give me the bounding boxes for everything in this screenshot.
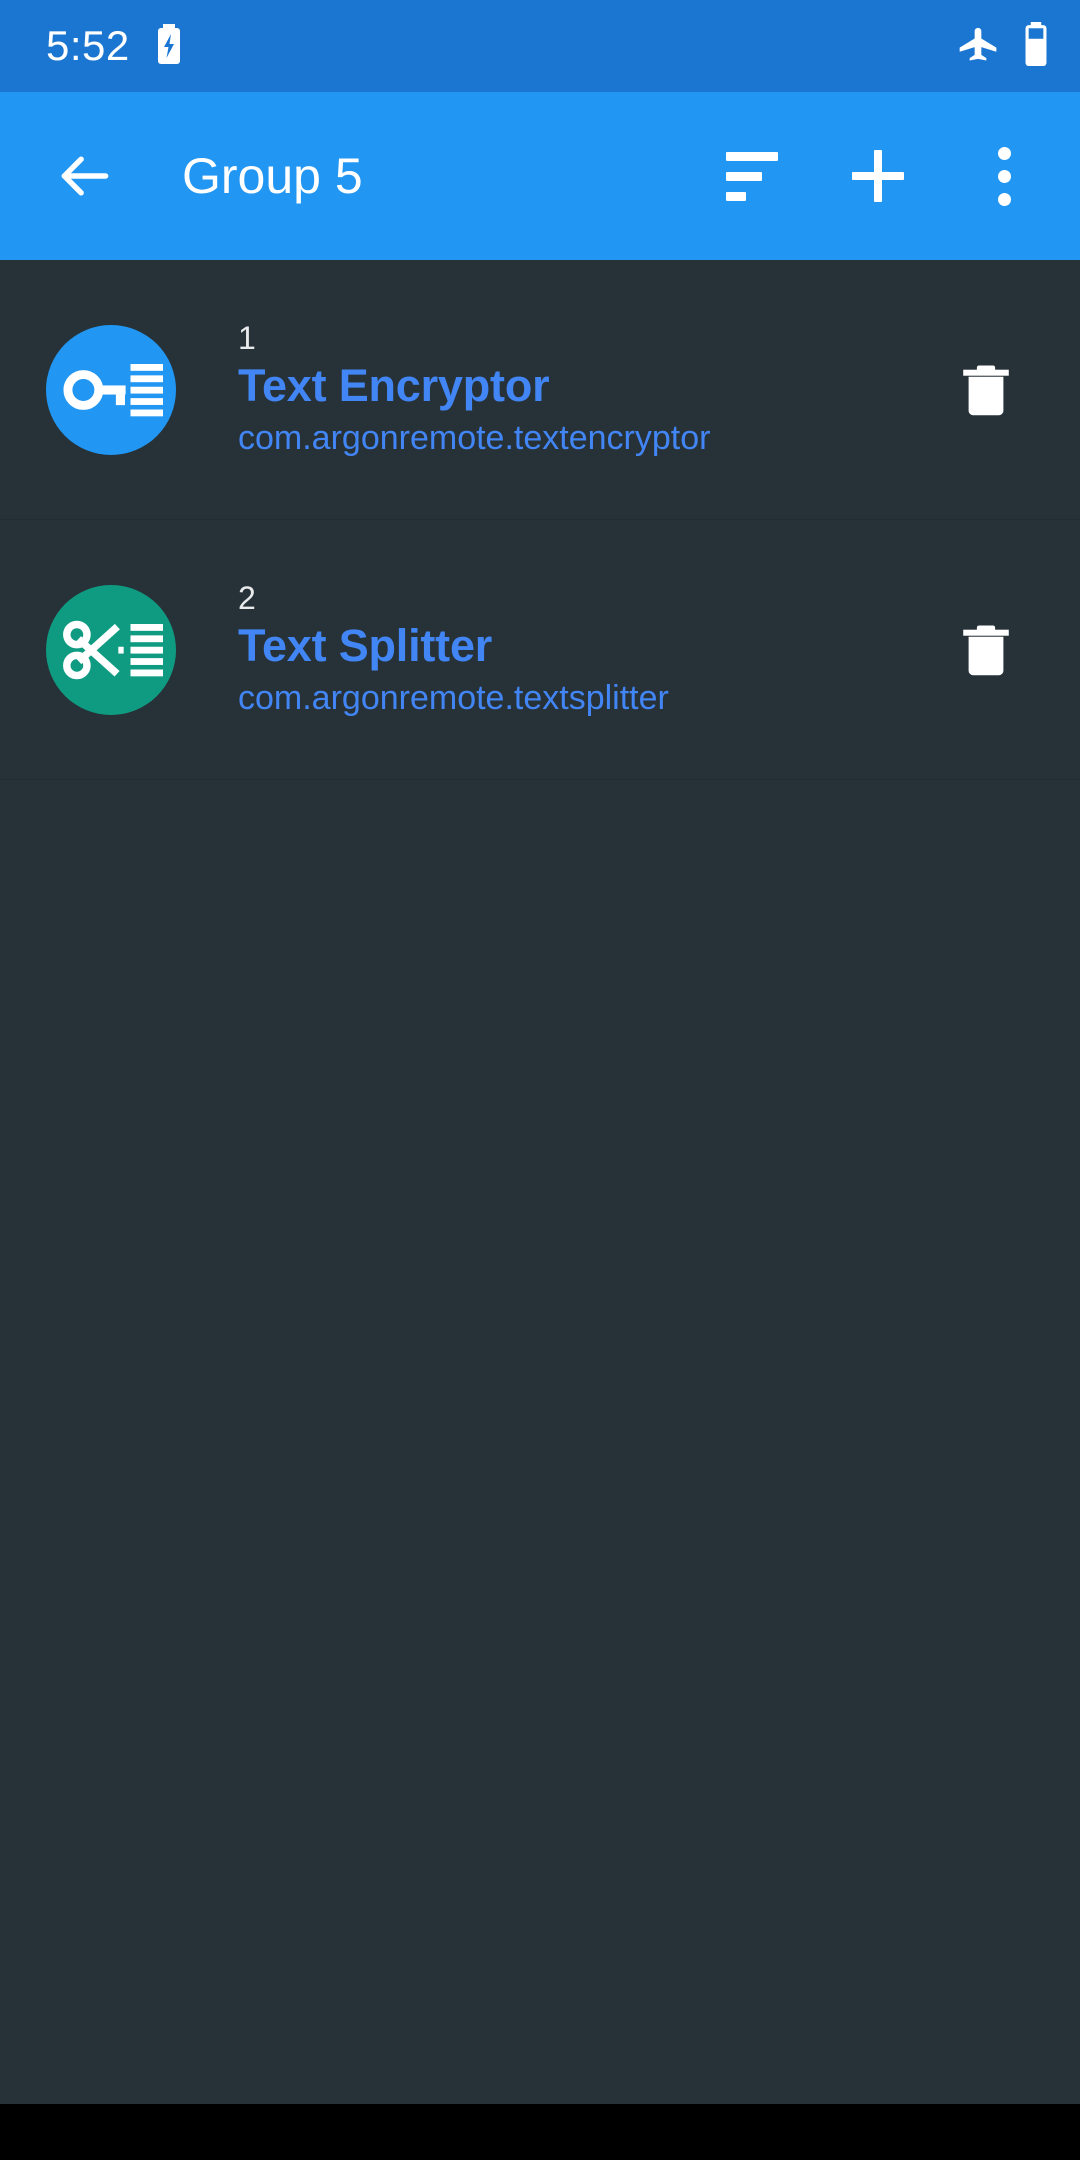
list-item-name: Text Splitter	[238, 620, 493, 671]
scissors-document-icon	[63, 620, 163, 679]
app-icon-text-splitter	[46, 584, 176, 715]
status-clock: 5:52	[46, 22, 130, 69]
list-item-package: com.argonremote.textencryptor	[238, 419, 711, 457]
status-bar-right	[956, 21, 1050, 71]
plus-icon	[852, 150, 904, 202]
list-item[interactable]: 2 Text Splitter com.argonremote.textspli…	[0, 520, 1080, 780]
key-document-icon	[63, 363, 163, 416]
sort-icon	[726, 151, 778, 201]
page-title: Group 5	[182, 148, 363, 204]
status-bar: 5:52	[0, 0, 1080, 92]
status-bar-left: 5:52	[46, 22, 182, 69]
more-vertical-icon	[997, 146, 1011, 206]
list-item-package: com.argonremote.textsplitter	[238, 679, 669, 717]
battery-icon	[1022, 21, 1050, 71]
trash-icon	[963, 365, 1009, 415]
add-button[interactable]	[846, 144, 910, 208]
trash-icon	[963, 625, 1009, 675]
list-item-index: 1	[238, 320, 256, 357]
list-item-name: Text Encryptor	[238, 360, 550, 411]
navigation-bar	[0, 2104, 1080, 2160]
phone-screen: 5:52 Group 5 1 Text Encryptor com.argonr…	[0, 0, 1080, 2160]
delete-button[interactable]	[946, 610, 1026, 690]
back-arrow-icon	[61, 156, 109, 196]
list-item[interactable]: 1 Text Encryptor com.argonremote.textenc…	[0, 260, 1080, 520]
app-icon-text-encryptor	[46, 324, 176, 455]
back-button[interactable]	[46, 137, 124, 215]
airplane-mode-icon	[956, 22, 1000, 71]
app-bar-actions	[720, 144, 1052, 208]
list-item-index: 2	[238, 580, 256, 617]
sort-button[interactable]	[720, 144, 784, 208]
list-item-text: 1 Text Encryptor com.argonremote.textenc…	[238, 320, 946, 459]
app-bar: Group 5	[0, 92, 1080, 260]
delete-button[interactable]	[946, 350, 1026, 430]
charging-battery-icon	[156, 23, 182, 69]
list-item-text: 2 Text Splitter com.argonremote.textspli…	[238, 580, 946, 719]
overflow-menu-button[interactable]	[972, 144, 1036, 208]
app-list: 1 Text Encryptor com.argonremote.textenc…	[0, 260, 1080, 2104]
